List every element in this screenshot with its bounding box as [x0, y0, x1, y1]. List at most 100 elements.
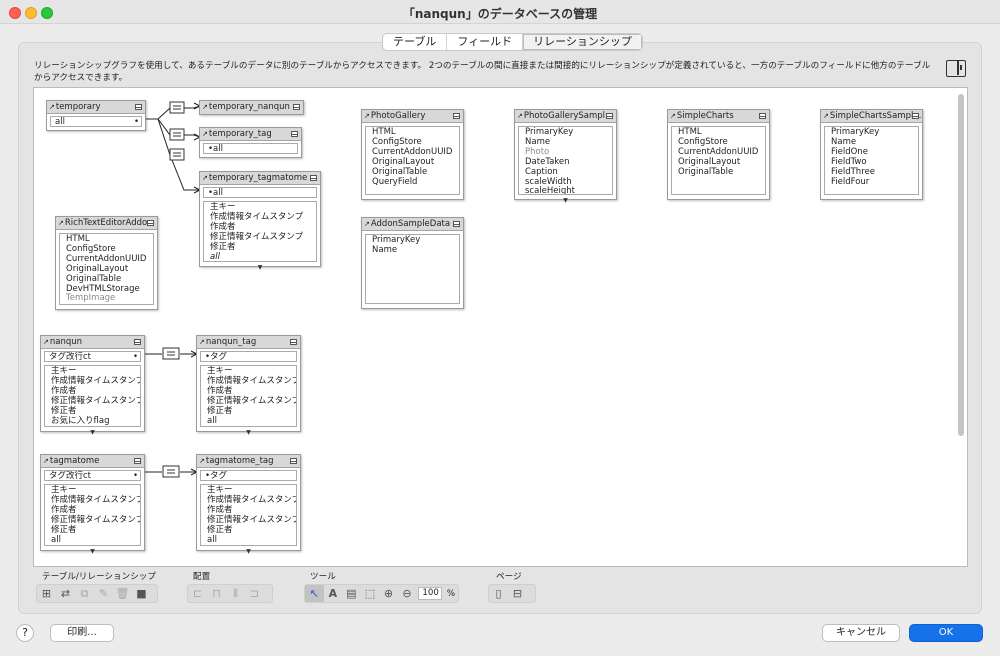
help-button[interactable]: ? — [16, 624, 34, 642]
collapse-icon[interactable] — [606, 113, 613, 119]
page-setup-icon[interactable]: ▯ — [489, 585, 508, 602]
table-occurrence-tagmatome-tag[interactable]: ↗tagmatome_tag •タグ 主キー 作成情報タイムスタンプ 作成者 修… — [196, 454, 301, 555]
field-item: scaleHeight — [525, 186, 575, 195]
collapse-icon[interactable] — [134, 339, 141, 345]
table-occurrence-nanqun[interactable]: ↗nanqun タグ改行ct • 主キー 作成情報タイムスタンプ 作成者 修正情報… — [40, 335, 145, 436]
collapse-icon[interactable] — [453, 113, 460, 119]
field-item: all — [210, 251, 220, 262]
table-arrow-icon: ↗ — [199, 338, 205, 346]
field-item: 修正者 — [207, 405, 233, 416]
zoom-in-icon[interactable]: ⊕ — [379, 585, 398, 602]
page-break-icon[interactable]: ⊟ — [508, 585, 527, 602]
table-arrow-icon: ↗ — [202, 103, 208, 111]
table-arrow-icon: ↗ — [49, 103, 55, 111]
relation-op-icon — [169, 101, 185, 114]
field-tool-icon[interactable]: ▤ — [342, 585, 361, 602]
table-arrow-icon: ↗ — [58, 219, 64, 227]
match-field[interactable]: •all — [203, 143, 298, 154]
match-field[interactable]: •all — [203, 187, 317, 198]
vertical-scrollbar[interactable] — [958, 94, 964, 436]
resize-icon[interactable]: ⊐ — [245, 585, 264, 602]
more-fields-icon[interactable]: ▼ — [258, 265, 263, 271]
print-button[interactable]: 印刷... — [50, 624, 114, 642]
zoom-input[interactable]: 100 — [418, 587, 442, 600]
match-field[interactable]: •タグ — [200, 470, 297, 481]
table-occurrence-temporary-nanqun[interactable]: ↗temporary_nanqun — [199, 100, 304, 115]
field-list: HTML ConfigStore CurrentAddonUUID Origin… — [59, 233, 154, 305]
table-occurrence-addonsampledata[interactable]: ↗AddonSampleData PrimaryKey Name — [361, 217, 464, 309]
distribute-horizontal-icon[interactable]: ⦀ — [226, 585, 245, 602]
collapse-icon[interactable] — [134, 458, 141, 464]
table-occurrence-temporary[interactable]: ↗temporary all • — [46, 100, 146, 131]
text-tool-icon[interactable]: A — [324, 585, 343, 602]
cancel-button[interactable]: キャンセル — [822, 624, 900, 642]
field-item: FieldFour — [831, 176, 870, 187]
table-arrow-icon: ↗ — [364, 112, 370, 120]
collapse-icon[interactable] — [135, 104, 142, 110]
more-fields-icon[interactable]: ▼ — [246, 430, 251, 436]
ok-button[interactable]: OK — [909, 624, 983, 642]
collapse-icon[interactable] — [147, 220, 154, 226]
table-occurrence-temporary-tag[interactable]: ↗temporary_tag •all — [199, 127, 302, 158]
sidebar-toggle-icon[interactable] — [946, 60, 966, 77]
duplicate-icon[interactable]: ⧉ — [75, 585, 94, 602]
table-occurrence-nanqun-tag[interactable]: ↗nanqun_tag •タグ 主キー 作成情報タイムスタンプ 作成者 修正情報… — [196, 335, 301, 436]
relationship-graph[interactable]: ↗temporary all • ↗temporary_nanqun ↗tempo… — [33, 87, 968, 567]
tab-fields[interactable]: フィールド — [447, 34, 524, 50]
collapse-icon[interactable] — [453, 221, 460, 227]
collapse-icon[interactable] — [290, 458, 297, 464]
color-swatch-icon[interactable]: ■ — [132, 585, 151, 602]
table-occurrence-richtexteditoraddon[interactable]: ↗RichTextEditorAddon HTML ConfigStore Cu… — [55, 216, 158, 310]
match-field[interactable]: all • — [50, 116, 142, 127]
toolbar-group-label: ツール — [310, 572, 336, 582]
relation-op-icon — [169, 148, 185, 161]
zoom-out-icon[interactable]: ⊖ — [398, 585, 417, 602]
title-bar: 「nanqun」のデータベースの管理 — [0, 0, 1000, 24]
align-top-icon[interactable]: ⊓ — [207, 585, 226, 602]
match-field[interactable]: タグ改行ct • — [44, 351, 141, 362]
field-list: 主キー 作成情報タイムスタンプ 作成者 修正情報タイムスタンプ 修正者 all — [200, 484, 297, 546]
tab-tables[interactable]: テーブル — [383, 34, 448, 50]
table-occurrence-simplechartssample[interactable]: ↗SimpleChartsSampl... PrimaryKey Name Fi… — [820, 109, 923, 200]
tools-toolbar: ↖ A ▤ ⬚ ⊕ ⊖ 100 % — [304, 584, 459, 603]
match-field[interactable]: タグ改行ct • — [44, 470, 141, 481]
field-item: all — [207, 415, 217, 426]
field-list: PrimaryKey Name — [365, 234, 460, 304]
pointer-tool-icon[interactable]: ↖ — [305, 585, 324, 602]
zoom-unit: % — [446, 588, 455, 599]
table-occurrence-simplecharts[interactable]: ↗SimpleCharts HTML ConfigStore CurrentAd… — [667, 109, 770, 200]
align-left-icon[interactable]: ⊏ — [188, 585, 207, 602]
edit-pencil-icon[interactable]: ✎ — [94, 585, 113, 602]
table-arrow-icon: ↗ — [364, 220, 370, 228]
more-fields-icon[interactable]: ▼ — [563, 198, 568, 204]
field-list: PrimaryKey Name FieldOne FieldTwo FieldT… — [824, 126, 919, 195]
table-arrow-icon: ↗ — [823, 112, 829, 120]
match-field[interactable]: •タグ — [200, 351, 297, 362]
table-occurrence-photogallery[interactable]: ↗PhotoGallery HTML ConfigStore CurrentAd… — [361, 109, 464, 200]
collapse-icon[interactable] — [912, 113, 919, 119]
tab-relationships[interactable]: リレーションシップ — [523, 34, 642, 50]
toolbar-group-label: ページ — [496, 572, 522, 582]
table-arrow-icon: ↗ — [43, 457, 49, 465]
table-occurrence-tagmatome[interactable]: ↗tagmatome タグ改行ct • 主キー 作成情報タイムスタンプ 作成者 修… — [40, 454, 145, 555]
table-occurrence-photogallerysample[interactable]: ↗PhotoGallerySampl... PrimaryKey Name Ph… — [514, 109, 617, 204]
add-table-icon[interactable]: ⊞ — [37, 585, 56, 602]
trash-icon[interactable]: 🗑 — [113, 585, 132, 602]
field-item: QueryField — [372, 176, 418, 187]
field-item: 修正者 — [207, 524, 233, 535]
add-relationship-icon[interactable]: ⇄ — [56, 585, 75, 602]
collapse-icon[interactable] — [293, 104, 300, 110]
field-item: all — [51, 534, 61, 545]
table-arrow-icon: ↗ — [202, 174, 208, 182]
more-fields-icon[interactable]: ▼ — [90, 549, 95, 555]
field-list: 主キー 作成情報タイムスタンプ 作成者 修正情報タイムスタンプ 修正者 all — [44, 484, 141, 546]
more-fields-icon[interactable]: ▼ — [246, 549, 251, 555]
collapse-icon[interactable] — [310, 175, 317, 181]
collapse-icon[interactable] — [290, 339, 297, 345]
more-fields-icon[interactable]: ▼ — [90, 430, 95, 436]
collapse-icon[interactable] — [759, 113, 766, 119]
field-list: 主キー 作成情報タイムスタンプ 作成者 修正情報タイムスタンプ 修正者 all — [200, 365, 297, 427]
select-tool-icon[interactable]: ⬚ — [361, 585, 380, 602]
table-occurrence-temporary-tagmatome[interactable]: ↗temporary_tagmatome •all 主キー 作成情報タイムスタン… — [199, 171, 321, 271]
collapse-icon[interactable] — [291, 131, 298, 137]
